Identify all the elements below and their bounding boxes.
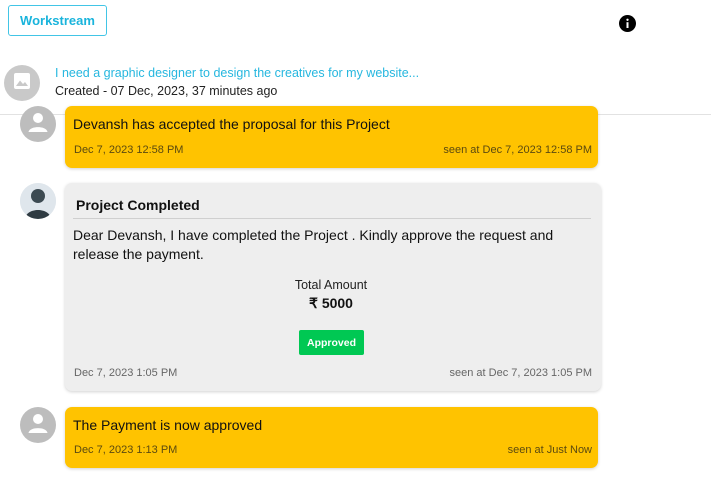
project-completed-card: Project Completed Dear Devansh, I have c…: [65, 183, 601, 391]
info-icon[interactable]: [619, 15, 636, 32]
project-created-text: Created - 07 Dec, 2023, 37 minutes ago: [55, 84, 278, 98]
message-text: Devansh has accepted the proposal for th…: [73, 116, 390, 132]
approved-status-badge: Approved: [299, 330, 364, 355]
card-title: Project Completed: [76, 197, 200, 213]
message-seen-status: seen at Just Now: [507, 444, 592, 456]
total-amount-value: ₹ 5000: [309, 295, 353, 311]
sender-avatar: [20, 183, 56, 219]
user-avatar: [20, 407, 56, 443]
card-divider: [73, 218, 591, 219]
message-seen-status: seen at Dec 7, 2023 12:58 PM: [443, 144, 592, 156]
message-timestamp: Dec 7, 2023 1:13 PM: [74, 444, 178, 456]
message-bubble-payment-approved: The Payment is now approved Dec 7, 2023 …: [65, 407, 598, 468]
project-title-link[interactable]: I need a graphic designer to design the …: [55, 66, 419, 80]
message-timestamp: Dec 7, 2023 12:58 PM: [74, 144, 184, 156]
user-icon: [27, 111, 49, 138]
image-icon: [13, 72, 31, 95]
message-bubble-proposal-accepted: Devansh has accepted the proposal for th…: [65, 106, 598, 168]
user-icon: [27, 412, 49, 439]
message-seen-status: seen at Dec 7, 2023 1:05 PM: [449, 367, 592, 379]
workstream-button[interactable]: Workstream: [8, 5, 107, 36]
message-timestamp: Dec 7, 2023 1:05 PM: [74, 367, 178, 379]
project-thumbnail: [4, 65, 40, 101]
approved-status-label: Approved: [306, 336, 356, 349]
total-amount-label: Total Amount: [294, 278, 368, 292]
message-text: The Payment is now approved: [73, 417, 263, 433]
workstream-button-label: Workstream: [20, 13, 95, 28]
user-avatar: [20, 106, 56, 142]
card-message-text: Dear Devansh, I have completed the Proje…: [73, 227, 554, 262]
